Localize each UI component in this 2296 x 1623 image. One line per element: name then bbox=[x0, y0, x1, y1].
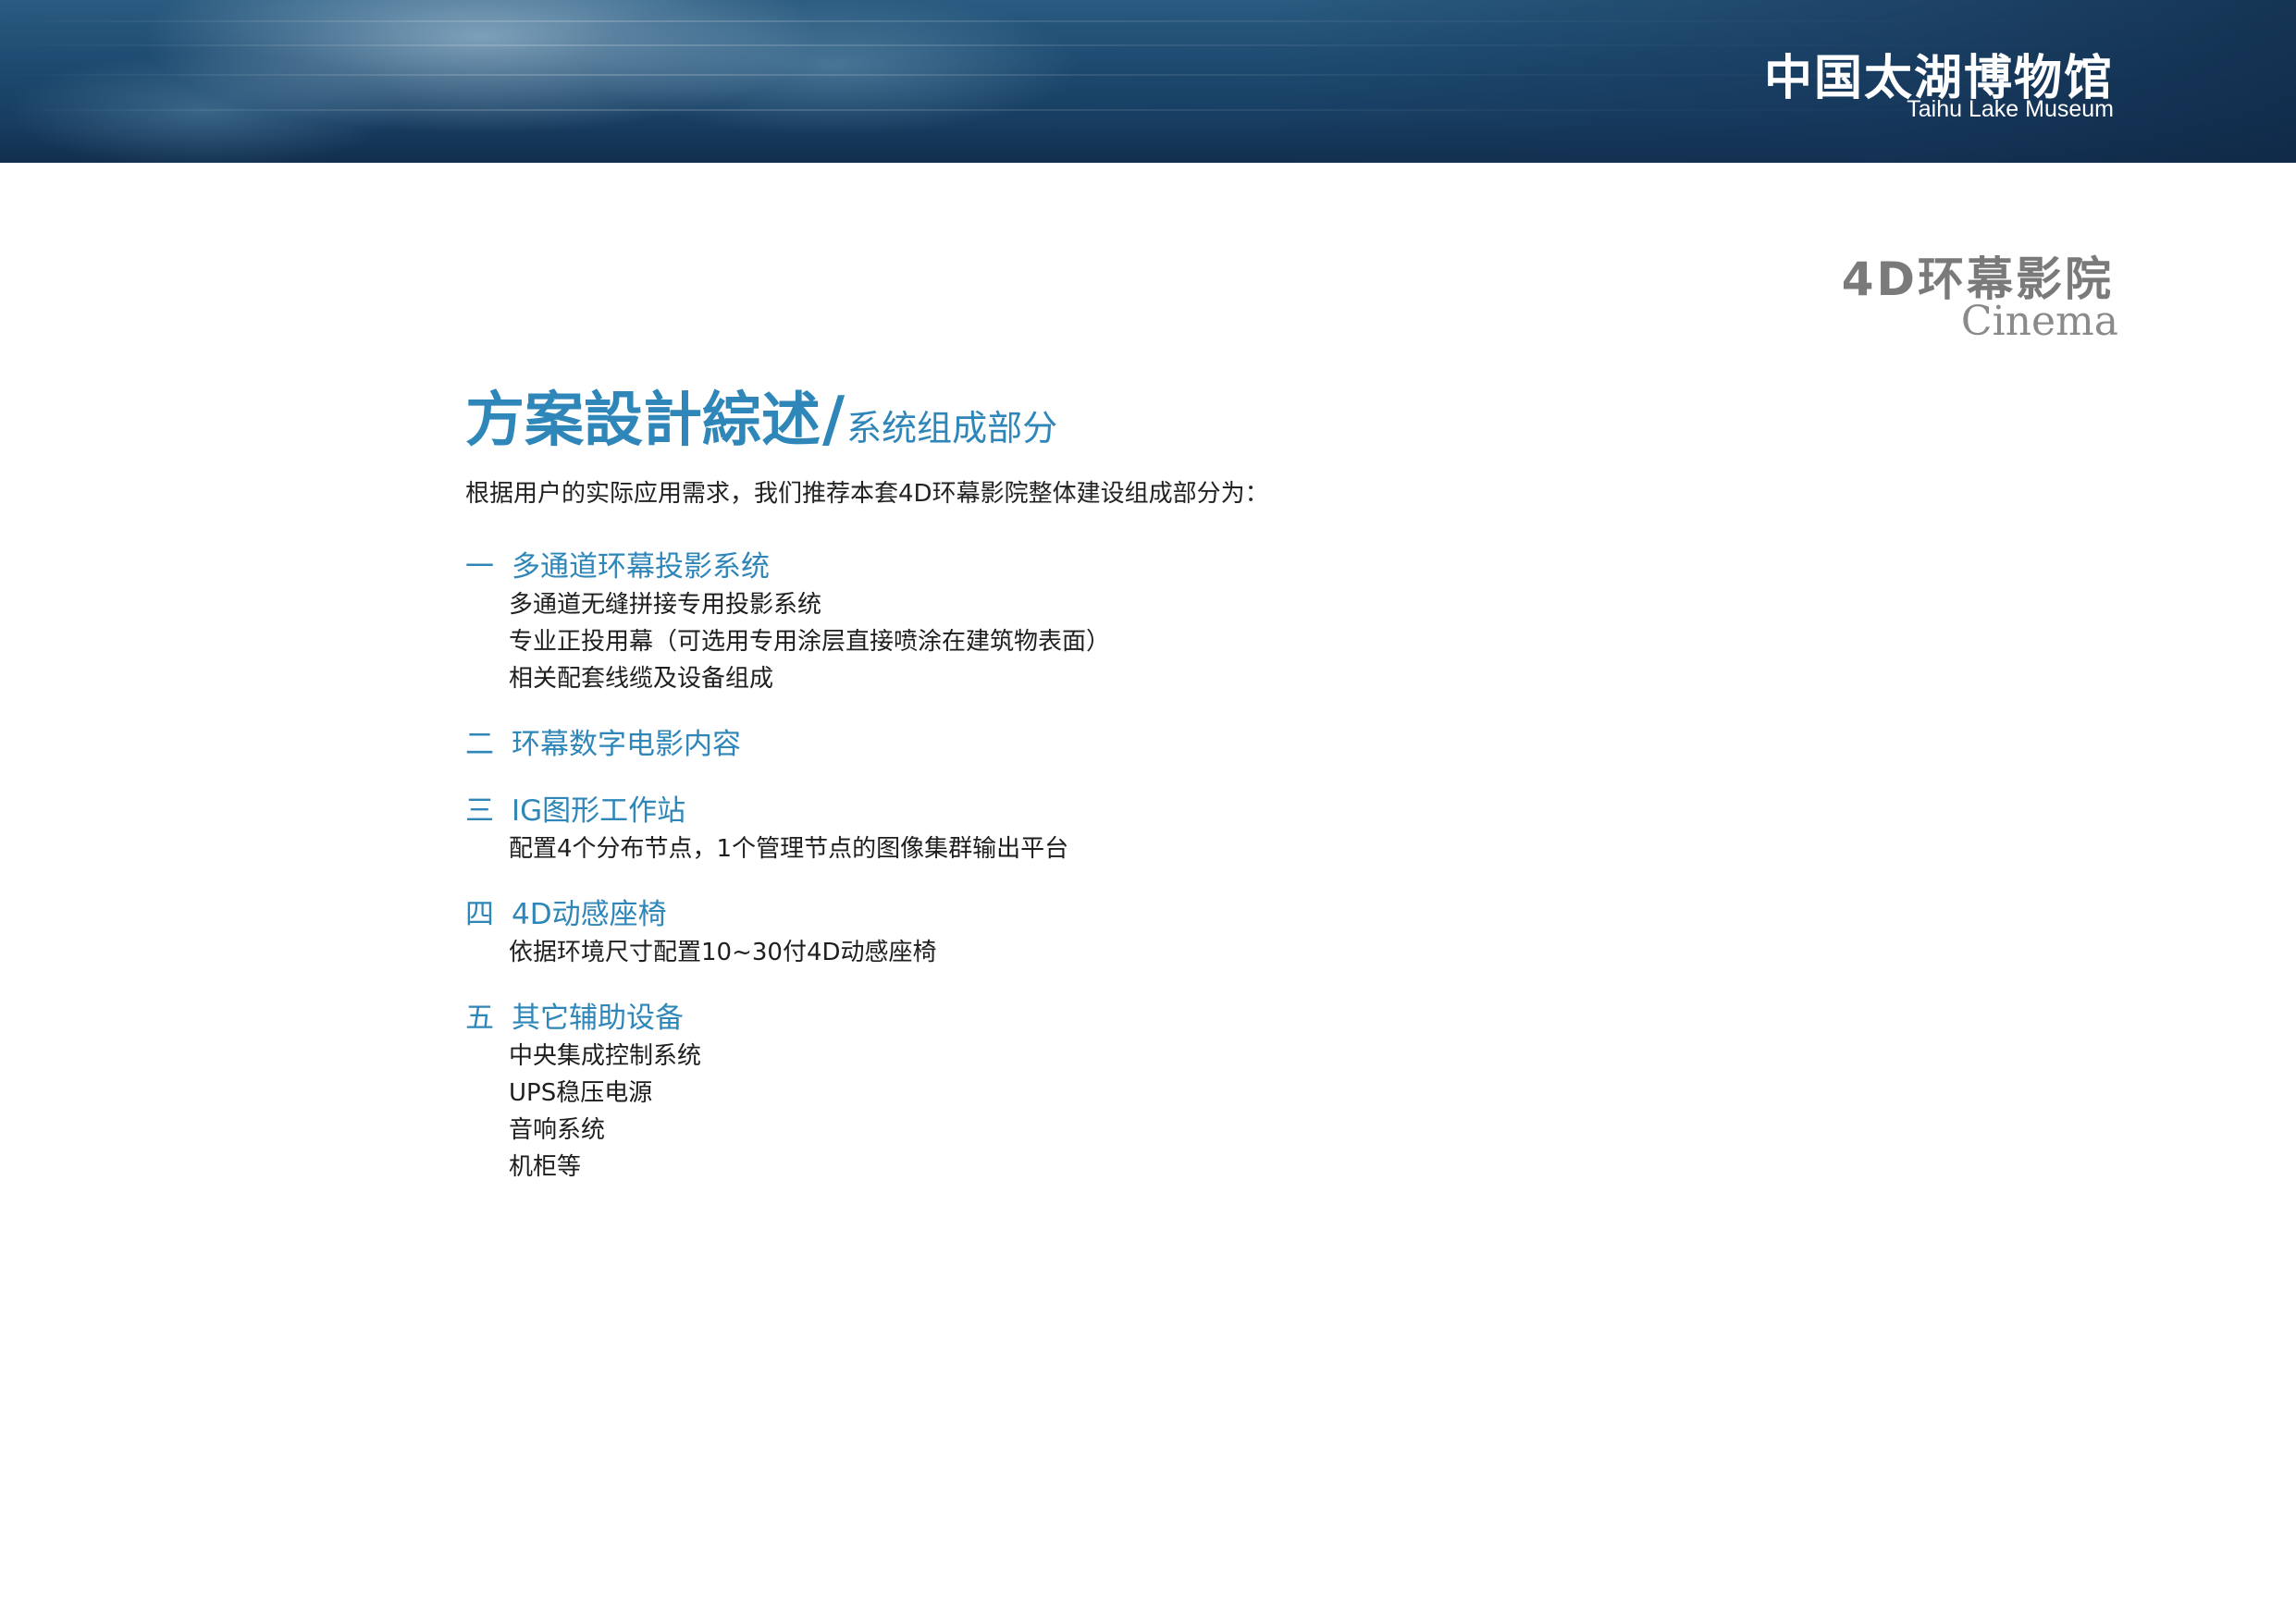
group-title: 四 4D动感座椅 bbox=[465, 895, 1853, 934]
section-title-en: Cinema bbox=[1960, 298, 2118, 345]
list-item: 依据环境尺寸配置10~30付4D动感座椅 bbox=[509, 939, 937, 966]
list-item: 多通道无缝拼接专用投影系统 bbox=[509, 591, 822, 619]
group-number: 三 bbox=[465, 794, 494, 828]
intro-text: 根据用户的实际应用需求，我们推荐本套4D环幕影院整体建设组成部分为： bbox=[465, 480, 1269, 508]
list-item: 音响系统 bbox=[509, 1116, 606, 1144]
group-title: 三 IG图形工作站 bbox=[465, 792, 1853, 830]
component-list: 一多通道环幕投影系统 多通道无缝拼接专用投影系统 专业正投用幕（可选用专用涂层直… bbox=[465, 547, 1853, 1186]
group-title-text: 环幕数字电影内容 bbox=[512, 728, 741, 761]
list-item: 相关配套线缆及设备组成 bbox=[509, 665, 774, 693]
group-number: 一 bbox=[465, 550, 494, 584]
list-item: UPS稳压电源 bbox=[509, 1079, 653, 1107]
heading-main: 方案設計綜述 bbox=[465, 386, 821, 455]
group-title-text: 多通道环幕投影系统 bbox=[512, 550, 770, 584]
header-banner: 中国太湖博物馆 Taihu Lake Museum bbox=[0, 0, 2296, 163]
group-title-text: IG图形工作站 bbox=[512, 794, 686, 828]
group-projection: 一多通道环幕投影系统 多通道无缝拼接专用投影系统 专业正投用幕（可选用专用涂层直… bbox=[465, 547, 1853, 697]
group-ig-workstation: 三 IG图形工作站 配置4个分布节点，1个管理节点的图像集群输出平台 bbox=[465, 792, 1853, 867]
group-title-text: 4D动感座椅 bbox=[512, 898, 667, 931]
group-number: 二 bbox=[465, 728, 494, 761]
heading-sub: 系统组成部分 bbox=[846, 408, 1058, 449]
page-heading: 方案設計綜述/系统组成部分 bbox=[465, 388, 1853, 450]
list-item: 机柜等 bbox=[509, 1153, 582, 1181]
group-4d-seats: 四 4D动感座椅 依据环境尺寸配置10~30付4D动感座椅 bbox=[465, 895, 1853, 971]
heading-slash: / bbox=[822, 383, 846, 455]
museum-name-en: Taihu Lake Museum bbox=[1907, 96, 2114, 122]
group-title: 二环幕数字电影内容 bbox=[465, 725, 1853, 764]
main-content: 方案設計綜述/系统组成部分 根据用户的实际应用需求，我们推荐本套4D环幕影院整体… bbox=[465, 388, 1853, 1213]
list-item: 专业正投用幕（可选用专用涂层直接喷涂在建筑物表面） bbox=[509, 628, 1111, 656]
group-title: 五其它辅助设备 bbox=[465, 999, 1853, 1038]
group-title: 一多通道环幕投影系统 bbox=[465, 547, 1853, 586]
group-number: 四 bbox=[465, 898, 494, 931]
group-film-content: 二环幕数字电影内容 bbox=[465, 725, 1853, 764]
group-number: 五 bbox=[465, 1002, 494, 1035]
list-item: 配置4个分布节点，1个管理节点的图像集群输出平台 bbox=[509, 835, 1069, 863]
group-title-text: 其它辅助设备 bbox=[512, 1002, 684, 1035]
list-item: 中央集成控制系统 bbox=[509, 1042, 702, 1070]
group-auxiliary: 五其它辅助设备 中央集成控制系统 UPS稳压电源 音响系统 机柜等 bbox=[465, 999, 1853, 1186]
